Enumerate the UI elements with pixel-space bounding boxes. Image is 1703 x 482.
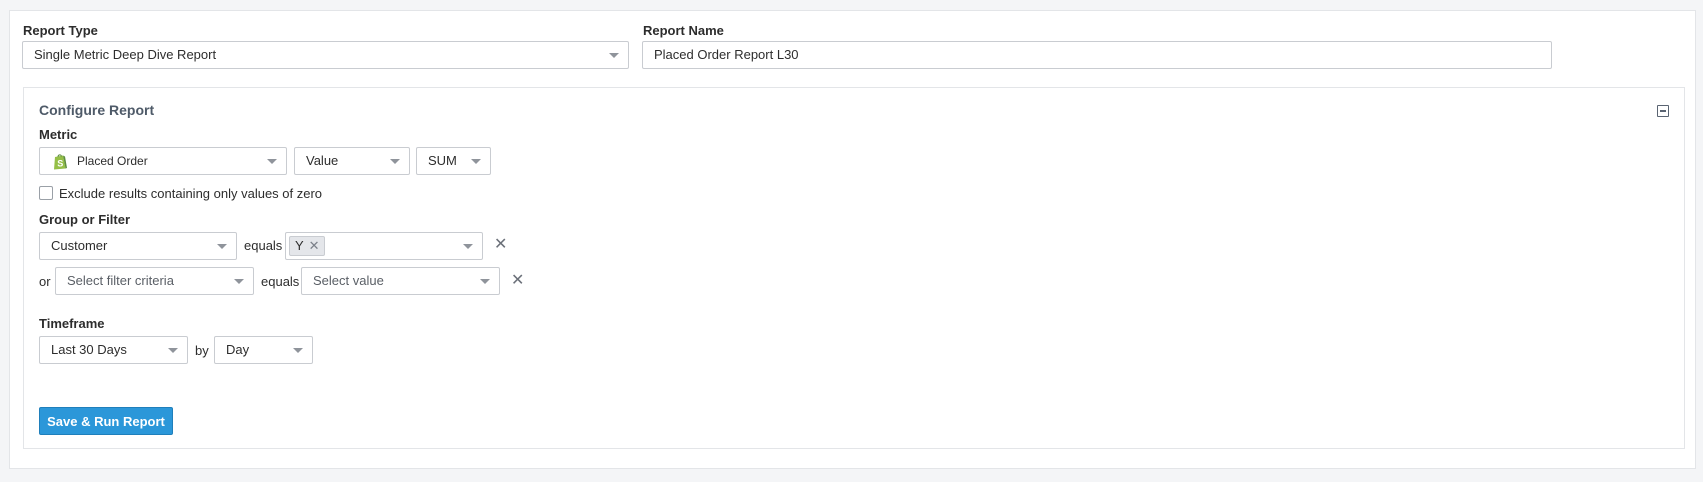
chevron-down-icon xyxy=(217,244,227,249)
group-filter-label: Group or Filter xyxy=(39,212,130,227)
report-type-select[interactable]: Single Metric Deep Dive Report xyxy=(22,41,629,69)
filter-value-select[interactable]: Y ✕ xyxy=(285,232,483,260)
filter-operator-2: equals xyxy=(261,274,300,289)
save-run-report-button[interactable]: Save & Run Report xyxy=(39,407,173,435)
filter-value-tag-label: Y xyxy=(295,238,304,253)
report-name-label: Report Name xyxy=(643,23,724,38)
filter-criteria-select[interactable]: Customer xyxy=(39,232,237,260)
metric-label: Metric xyxy=(39,127,78,142)
interval-value: Day xyxy=(226,342,250,357)
configure-report-panel: Configure Report Metric S Placed Order V… xyxy=(23,87,1685,449)
exclude-zero-label: Exclude results containing only values o… xyxy=(59,186,323,201)
filter-criteria-placeholder: Select filter criteria xyxy=(67,273,174,288)
measure-select[interactable]: Value xyxy=(294,147,410,175)
timeframe-value: Last 30 Days xyxy=(51,342,127,357)
exclude-zero-checkbox[interactable] xyxy=(39,186,53,200)
interval-select[interactable]: Day xyxy=(214,336,313,364)
aggregation-select[interactable]: SUM xyxy=(416,147,491,175)
remove-filter-icon-2[interactable]: ✕ xyxy=(511,273,524,289)
chevron-down-icon xyxy=(293,348,303,353)
chevron-down-icon xyxy=(609,53,619,58)
report-type-label: Report Type xyxy=(23,23,98,38)
filter-criteria-select-2[interactable]: Select filter criteria xyxy=(55,267,254,295)
metric-value: Placed Order xyxy=(77,154,148,168)
remove-tag-icon[interactable]: ✕ xyxy=(309,238,320,253)
filter-value-select-2[interactable]: Select value xyxy=(301,267,500,295)
svg-text:S: S xyxy=(57,159,63,169)
chevron-down-icon xyxy=(480,279,490,284)
by-label: by xyxy=(195,343,209,358)
filter-operator: equals xyxy=(244,238,283,253)
shopify-icon: S xyxy=(54,154,67,170)
timeframe-label: Timeframe xyxy=(39,316,105,331)
filter-value-placeholder: Select value xyxy=(313,273,384,288)
filter-value-tag: Y ✕ xyxy=(289,236,325,256)
timeframe-select[interactable]: Last 30 Days xyxy=(39,336,188,364)
chevron-down-icon xyxy=(463,244,473,249)
report-type-value: Single Metric Deep Dive Report xyxy=(34,47,217,62)
aggregation-value: SUM xyxy=(428,153,457,168)
chevron-down-icon xyxy=(234,279,244,284)
remove-filter-icon[interactable]: ✕ xyxy=(494,237,507,253)
filter-or-prefix: or xyxy=(39,274,51,289)
metric-select[interactable]: S Placed Order xyxy=(39,147,287,175)
report-name-input[interactable]: Placed Order Report L30 xyxy=(642,41,1552,69)
collapse-icon[interactable] xyxy=(1657,105,1669,117)
report-name-value: Placed Order Report L30 xyxy=(654,47,799,62)
panel-title: Configure Report xyxy=(39,102,155,118)
chevron-down-icon xyxy=(471,159,481,164)
measure-value: Value xyxy=(306,153,339,168)
filter-criteria-value: Customer xyxy=(51,238,108,253)
chevron-down-icon xyxy=(267,159,277,164)
chevron-down-icon xyxy=(168,348,178,353)
chevron-down-icon xyxy=(390,159,400,164)
